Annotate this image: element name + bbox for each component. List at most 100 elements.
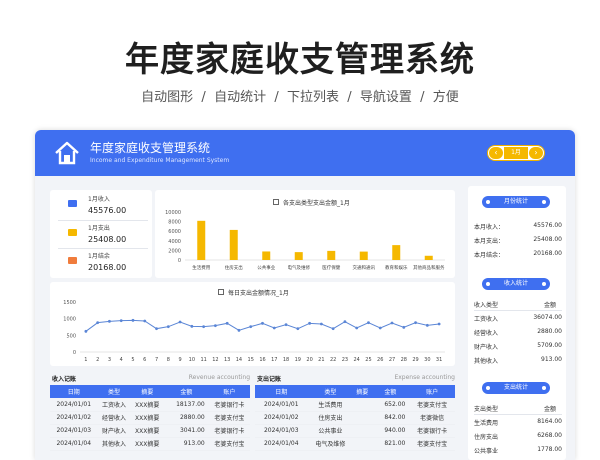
kv-value: 8164.00 bbox=[537, 418, 562, 425]
monthly-expense-row: 本月支出： 25408.00 bbox=[474, 234, 562, 246]
table-row[interactable]: 2024/01/01 生活费用 652.00 老婆支付宝 bbox=[255, 398, 455, 412]
x-tick-label: 12 bbox=[212, 357, 218, 363]
table-row[interactable]: 2024/01/01 工资收入 XXX摘要 18137.00 老婆银行卡 bbox=[50, 398, 250, 412]
home-icon bbox=[55, 141, 79, 165]
income-table-title: 收入记账 bbox=[52, 376, 77, 383]
kv-key: 住房支出 bbox=[474, 434, 499, 441]
data-point bbox=[367, 321, 370, 325]
cell-account: 老婆微信 bbox=[409, 411, 455, 425]
data-point bbox=[155, 327, 158, 331]
x-tick-label: 10 bbox=[189, 357, 195, 363]
cell-date: 2024/01/03 bbox=[255, 424, 308, 438]
kv-key: 本月支出： bbox=[474, 238, 505, 245]
x-tick-label: 31 bbox=[436, 357, 442, 363]
x-tick-label: 医疗保健 bbox=[322, 264, 340, 271]
next-month-button[interactable]: › bbox=[529, 147, 543, 159]
table-row[interactable]: 2024/01/02 经营收入 XXX摘要 2880.00 老婆支付宝 bbox=[50, 411, 250, 425]
bar bbox=[392, 245, 401, 260]
bar bbox=[359, 251, 368, 260]
data-point bbox=[225, 321, 229, 325]
cell-account: 老婆支付宝 bbox=[208, 437, 250, 451]
cell-date: 2024/01/03 bbox=[50, 424, 98, 438]
x-tick-label: 19 bbox=[295, 357, 301, 363]
cell-date: 2024/01/02 bbox=[255, 411, 308, 425]
data-point bbox=[261, 321, 264, 325]
stats-card: 1月收入 45576.00 1月支出 25408.00 1月结余 20168.0… bbox=[50, 190, 152, 278]
x-tick-label: 1 bbox=[84, 357, 87, 363]
bar bbox=[229, 229, 238, 260]
cell-account: 老婆支付宝 bbox=[208, 411, 250, 425]
y-tick-label: 8000 bbox=[168, 220, 181, 226]
x-tick-label: 15 bbox=[248, 357, 254, 363]
table-row[interactable]: 2024/01/02 住房支出 842.00 老婆微信 bbox=[255, 411, 455, 425]
data-point bbox=[249, 325, 253, 329]
cell-amount: 3041.00 bbox=[163, 424, 209, 438]
prev-month-button[interactable]: ‹ bbox=[489, 147, 503, 159]
bar bbox=[294, 252, 303, 260]
stat-value: 25408.00 bbox=[88, 235, 127, 244]
bar bbox=[327, 250, 336, 260]
cell-account: 老婆银行卡 bbox=[409, 424, 455, 438]
app-window: 年度家庭收支管理系统 Income and Expenditure Manage… bbox=[35, 130, 575, 460]
x-tick-label: 22 bbox=[330, 357, 336, 363]
kv-key: 财产收入 bbox=[474, 344, 499, 351]
cell-amount: 821.00 bbox=[371, 437, 410, 451]
table-row[interactable]: 2024/01/03 财产收入 XXX摘要 3041.00 老婆银行卡 bbox=[50, 424, 250, 438]
table-row[interactable]: 2024/01/03 公共事业 940.00 老婆银行卡 bbox=[255, 424, 455, 438]
list-item: 经营收入 2880.00 bbox=[474, 326, 562, 338]
x-tick-label: 7 bbox=[155, 357, 158, 363]
promo-title: 年度家庭收支管理系统 bbox=[125, 40, 475, 80]
table-row[interactable]: 2024/01/04 其他收入 XXX摘要 913.00 老婆支付宝 bbox=[50, 437, 250, 451]
y-tick-label: 500 bbox=[66, 333, 76, 339]
column-header: 日期 bbox=[50, 385, 98, 398]
x-tick-label: 18 bbox=[283, 357, 289, 363]
column-header: 类型 bbox=[307, 385, 354, 398]
column-header: 账户 bbox=[409, 385, 455, 398]
x-tick-label: 电气及维修 bbox=[288, 264, 311, 271]
data-point bbox=[390, 321, 394, 325]
data-point bbox=[331, 327, 335, 331]
x-tick-label: 25 bbox=[365, 357, 371, 363]
x-tick-label: 23 bbox=[342, 357, 348, 363]
table-row[interactable]: 2024/01/04 电气及维修 821.00 老婆支付宝 bbox=[255, 437, 455, 451]
column-header: 日期 bbox=[255, 385, 308, 398]
data-point bbox=[437, 322, 441, 326]
data-point bbox=[284, 323, 288, 327]
cell-amount: 18137.00 bbox=[163, 398, 209, 412]
cell-type: 电气及维修 bbox=[307, 437, 354, 451]
x-tick-label: 14 bbox=[236, 357, 242, 363]
cell-summary bbox=[353, 398, 372, 412]
data-point bbox=[131, 318, 135, 322]
cell-summary: XXX摘要 bbox=[130, 398, 164, 412]
x-tick-label: 30 bbox=[424, 357, 430, 363]
list-item: 财产收入 5709.00 bbox=[474, 340, 562, 352]
x-tick-label: 17 bbox=[271, 357, 277, 363]
cell-summary bbox=[353, 411, 372, 425]
line-chart-card: 每日支出金额情况_1月 1500 1000 500 0 1 2 3 4 5 6 7 8 9 10 11 12 1… bbox=[50, 282, 455, 366]
expense-table-subtitle: Expense accounting bbox=[394, 374, 455, 381]
stat-label: 1月结余 bbox=[88, 253, 110, 260]
x-tick-label: 8 bbox=[167, 357, 170, 363]
cell-date: 2024/01/01 bbox=[50, 398, 98, 412]
kv-key: 收入类型 bbox=[474, 302, 499, 309]
cell-amount: 842.00 bbox=[371, 411, 410, 425]
income-stats-pill[interactable]: 收入统计 bbox=[482, 278, 550, 290]
table-header-row: 日期 类型 摘要 金额 账户 bbox=[50, 385, 250, 398]
column-header: 摘要 bbox=[130, 385, 164, 398]
y-tick-label: 1500 bbox=[63, 300, 76, 306]
stat-value: 20168.00 bbox=[88, 263, 127, 272]
kv-key: 支出类型 bbox=[474, 406, 499, 413]
balance-icon bbox=[68, 257, 77, 264]
kv-value: 金额 bbox=[543, 302, 556, 309]
x-tick-label: 16 bbox=[259, 357, 265, 363]
expense-stats-pill[interactable]: 支出统计 bbox=[482, 382, 550, 394]
cell-date: 2024/01/04 bbox=[50, 437, 98, 451]
list-item: 生活费用 8164.00 bbox=[474, 416, 562, 428]
month-value[interactable]: 1月 bbox=[504, 147, 528, 159]
list-item: 住房支出 6268.00 bbox=[474, 430, 562, 442]
data-point bbox=[190, 324, 194, 328]
monthly-stats-pill[interactable]: 月份统计 bbox=[482, 196, 550, 208]
data-point bbox=[166, 325, 170, 329]
monthly-balance-row: 本月结余： 20168.00 bbox=[474, 248, 562, 260]
income-icon bbox=[68, 200, 77, 207]
